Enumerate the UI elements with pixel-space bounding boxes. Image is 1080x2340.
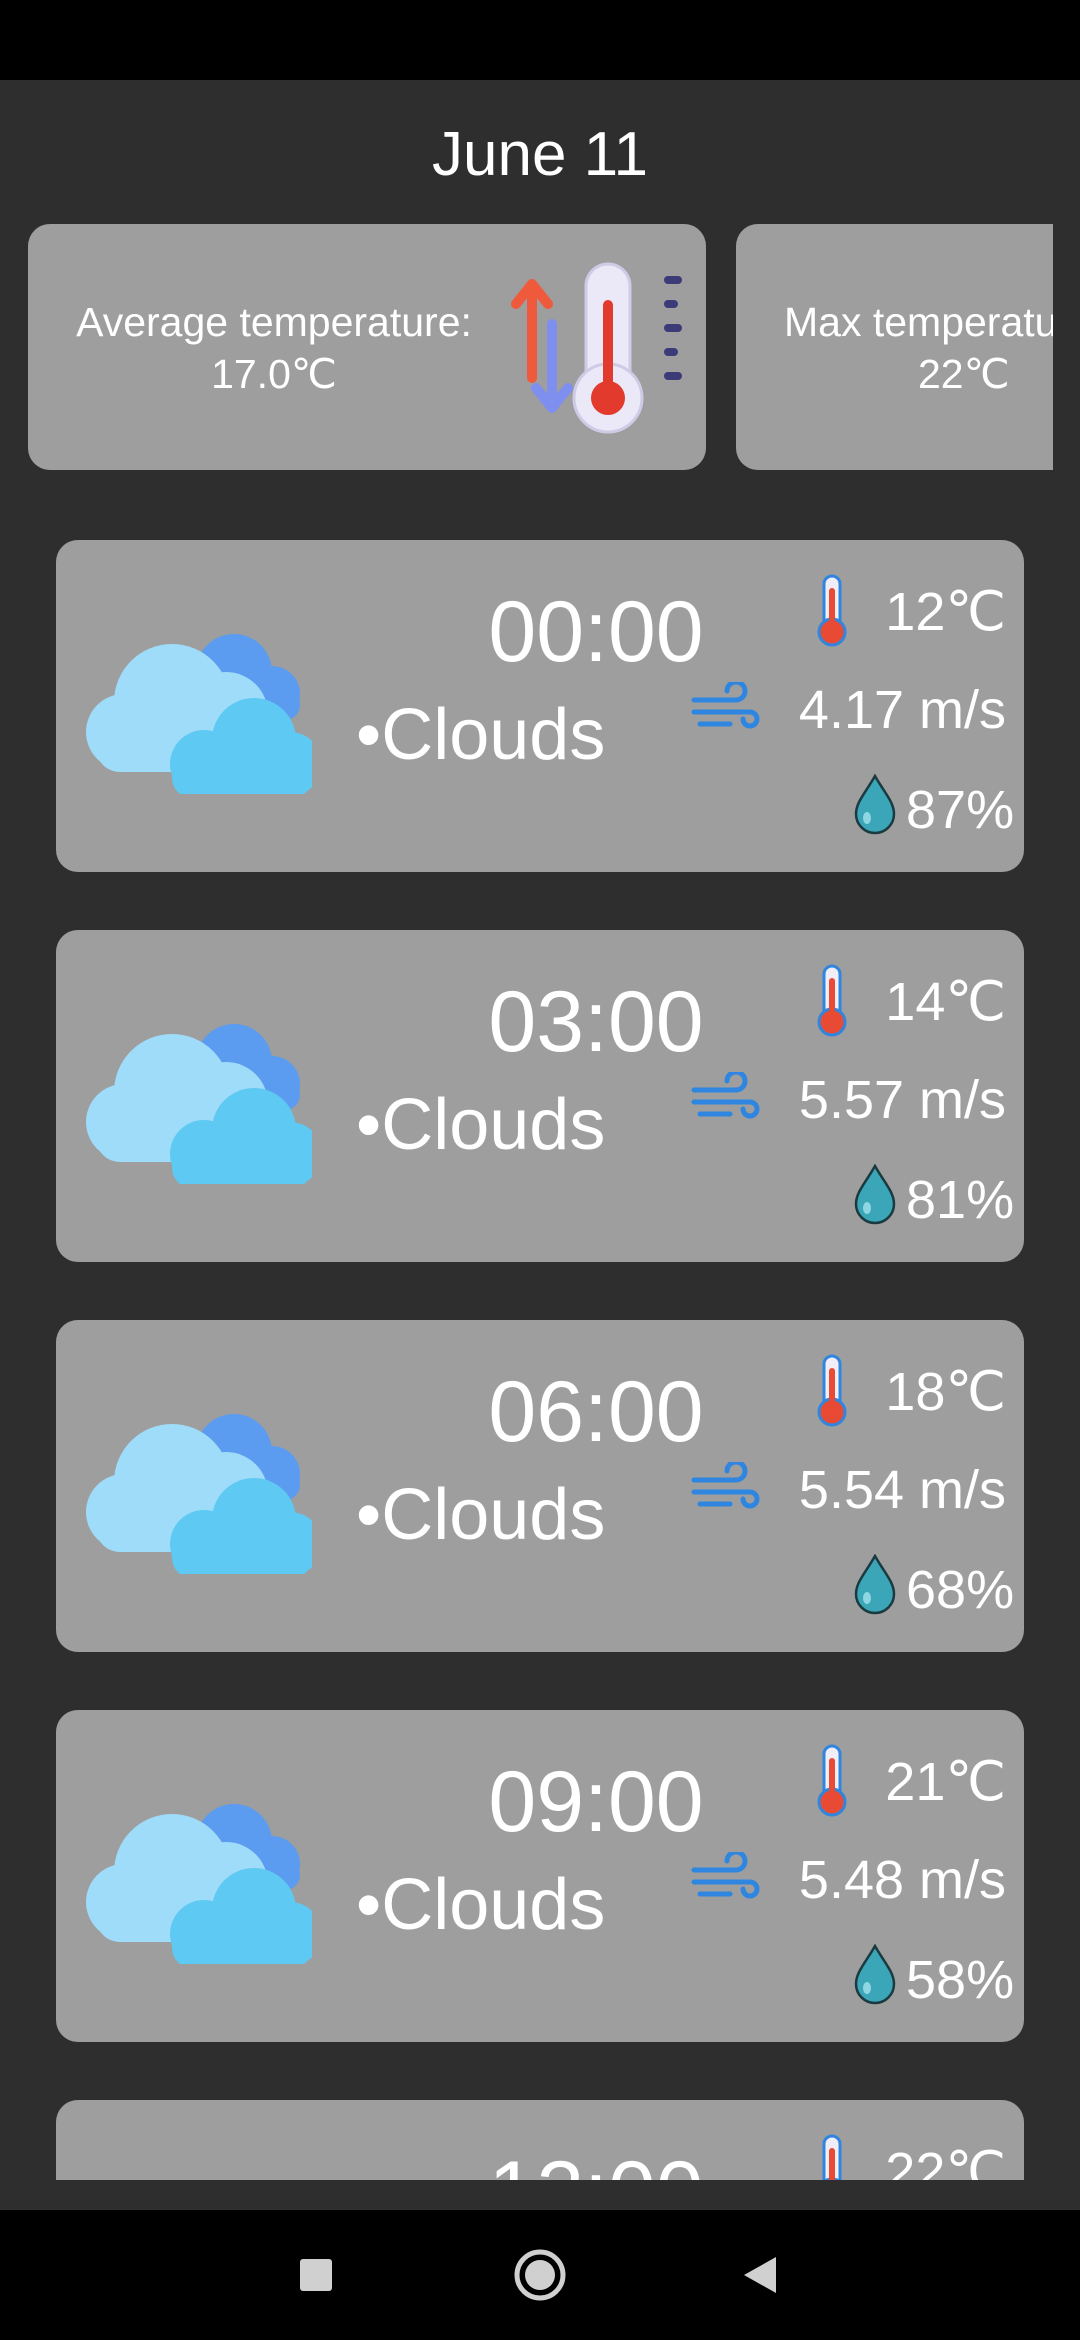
wind-icon — [690, 679, 762, 736]
page-title: June 11 — [431, 120, 649, 189]
forecast-time: 06:00 — [488, 1364, 704, 1460]
max-temperature-value: 22℃ — [918, 351, 1010, 397]
clouds-icon — [76, 614, 322, 798]
triangle-back-icon — [744, 2257, 776, 2293]
thermometer-icon — [810, 1354, 854, 1428]
max-temperature-label: Max temperature: — [784, 299, 1053, 345]
clouds-icon — [76, 1394, 322, 1578]
forecast-humidity: 81% — [906, 1170, 1015, 1230]
forecast-humidity: 87% — [906, 780, 1015, 840]
forecast-card[interactable]: 06:00 •Clouds 18℃ 5.54 m/s 68% — [56, 1320, 1024, 1652]
forecast-humidity: 58% — [906, 1950, 1015, 2010]
average-temperature-card[interactable]: Average temperature: 17.0℃ — [28, 224, 706, 470]
forecast-card[interactable]: 12:00•Clouds22℃ — [56, 2100, 1024, 2180]
thermometer-arrows-icon — [511, 262, 682, 434]
thermometer-icon — [810, 574, 854, 648]
forecast-humidity: 68% — [906, 1560, 1015, 1620]
square-recents-icon — [300, 2259, 332, 2291]
thermometer-icon — [810, 2134, 854, 2180]
water-drop-icon — [852, 773, 898, 836]
water-drop-icon — [852, 1943, 898, 2006]
forecast-temperature: 14℃ — [885, 972, 1006, 1032]
forecast-time: 03:00 — [488, 974, 704, 1070]
clouds-icon — [76, 1004, 322, 1188]
forecast-wind-speed: 5.57 m/s — [798, 1070, 1006, 1130]
clouds-icon — [76, 2174, 312, 2180]
home-button[interactable] — [480, 2210, 600, 2340]
forecast-card[interactable]: 03:00 •Clouds 14℃ 5.57 m/s 81% — [56, 930, 1024, 1262]
wind-icon — [690, 1849, 762, 1906]
average-temperature-value: 17.0℃ — [211, 351, 337, 397]
forecast-card[interactable]: 09:00 •Clouds 21℃ 5.48 m/s 58% — [56, 1710, 1024, 2042]
circle-home-icon — [514, 2249, 566, 2301]
wind-icon — [690, 1069, 762, 1126]
forecast-temperature: 12℃ — [885, 582, 1006, 642]
water-drop-icon — [852, 1163, 898, 1226]
forecast-temperature: 21℃ — [885, 1752, 1006, 1812]
clouds-icon — [76, 1784, 322, 1968]
water-drop-icon — [852, 1553, 898, 1616]
max-temperature-card[interactable]: Max temperature: 22℃ — [736, 224, 1053, 470]
thermometer-icon — [810, 964, 854, 1038]
forecast-wind-speed: 5.54 m/s — [798, 1460, 1006, 1520]
forecast-time: 00:00 — [488, 584, 704, 680]
navigation-bar — [0, 2210, 1080, 2340]
forecast-time: 09:00 — [488, 1754, 704, 1850]
back-button[interactable] — [700, 2210, 820, 2340]
forecast-list[interactable]: 00:00 •Clouds 12℃ 4.17 m/s 87% 03:00 •Clouds 14… — [0, 540, 1080, 2180]
wind-icon — [690, 1459, 762, 1516]
forecast-temperature: 22℃ — [885, 2142, 1006, 2180]
thermometer-icon — [810, 1744, 854, 1818]
forecast-time: 12:00 — [376, 2142, 816, 2180]
status-bar — [0, 0, 1080, 80]
forecast-wind-speed: 4.17 m/s — [798, 680, 1006, 740]
average-temperature-label: Average temperature: — [76, 299, 472, 345]
forecast-wind-speed: 5.48 m/s — [798, 1850, 1006, 1910]
recents-button[interactable] — [256, 2210, 376, 2340]
forecast-temperature: 18℃ — [885, 1362, 1006, 1422]
summary-carousel[interactable]: Average temperature: 17.0℃ Max temperatu… — [0, 224, 1053, 472]
forecast-card[interactable]: 00:00 •Clouds 12℃ 4.17 m/s 87% — [56, 540, 1024, 872]
